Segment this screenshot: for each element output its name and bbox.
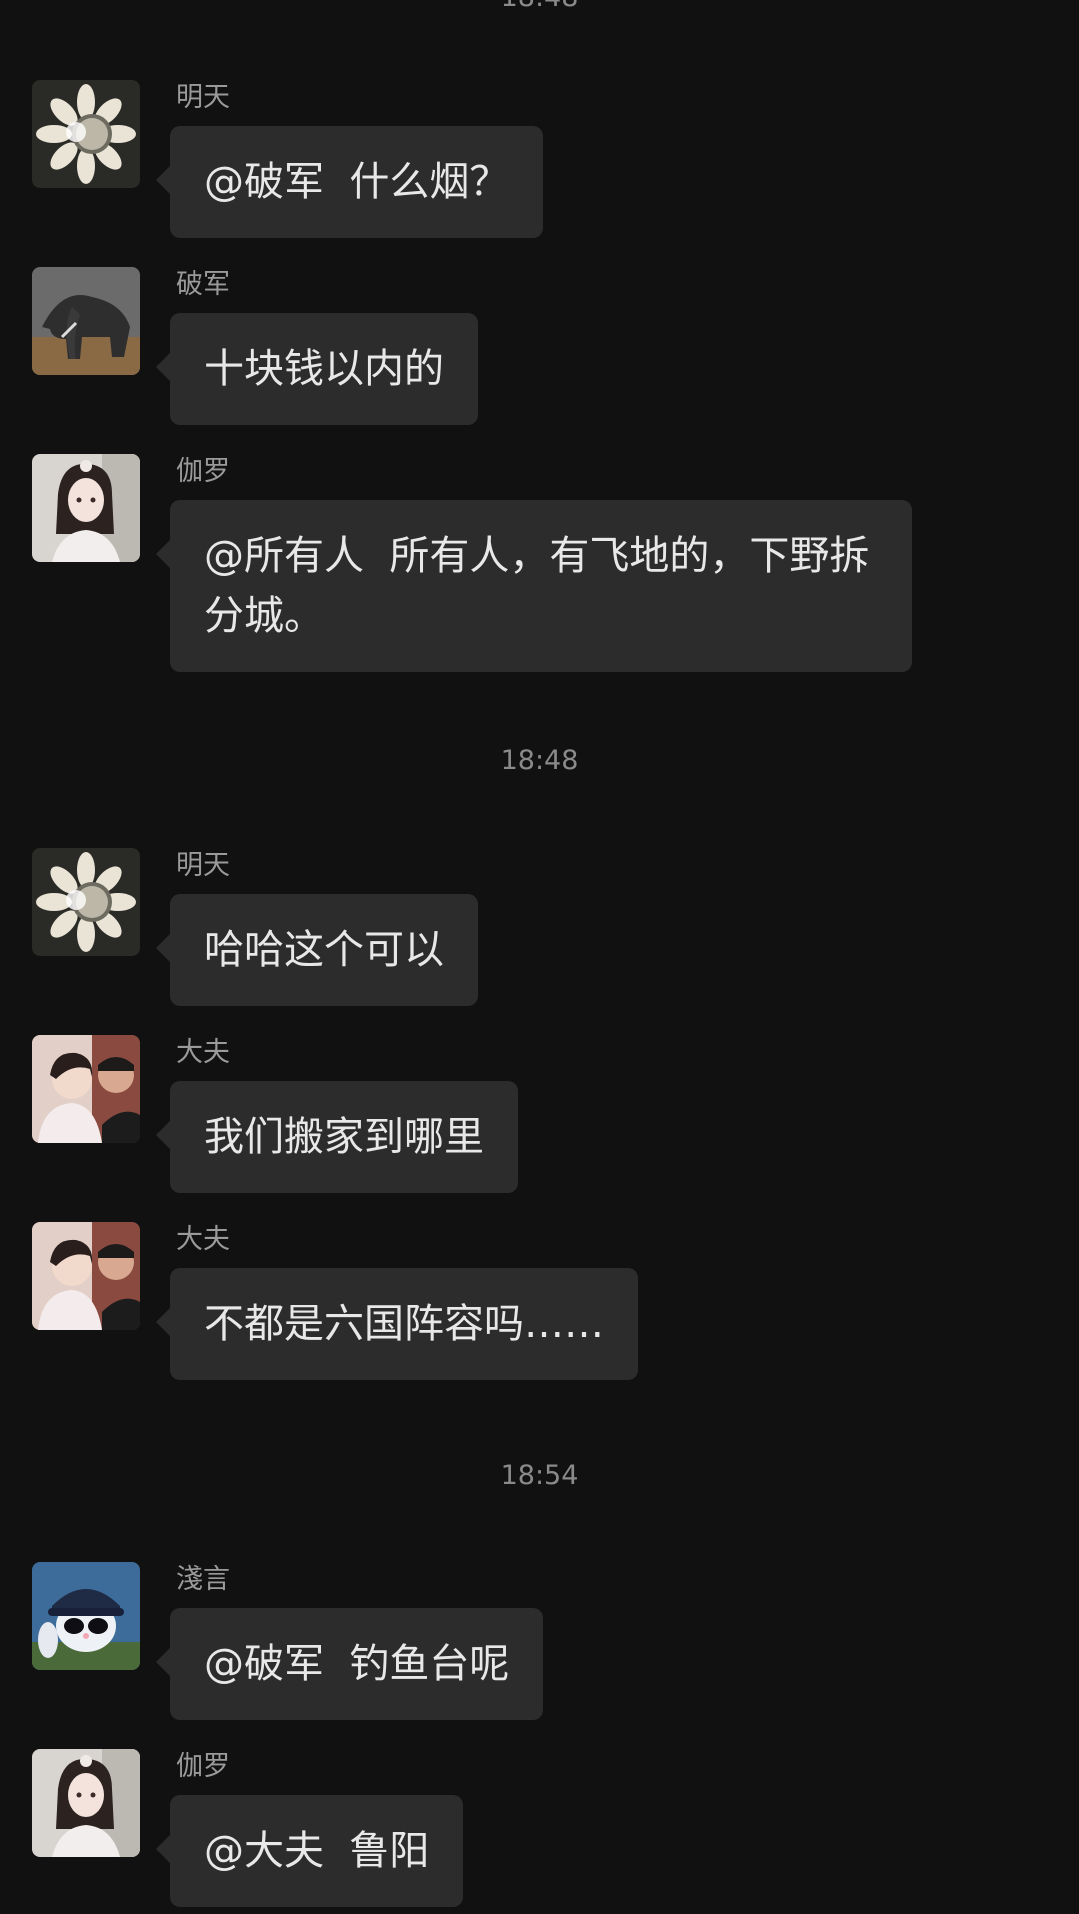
chat-message-list[interactable]: 18:48 明天 @破军 什么烟？ <box>0 0 1079 1914</box>
family-photo-avatar[interactable] <box>32 1222 140 1330</box>
message-bubble[interactable]: 我们搬家到哪里 <box>156 1081 518 1193</box>
message-bubble[interactable]: @所有人 所有人，有飞地的，下野拆分城。 <box>156 500 912 672</box>
family-photo-avatar[interactable] <box>32 1035 140 1143</box>
timestamp: 18:48 <box>0 0 1079 16</box>
cartoon-rabbit-avatar[interactable] <box>32 1562 140 1670</box>
sender-name: 明天 <box>176 850 230 881</box>
sender-name: 伽罗 <box>176 1751 230 1782</box>
sender-name: 明天 <box>176 82 230 113</box>
elephant-avatar[interactable] <box>32 267 140 375</box>
timestamp: 18:48 <box>500 745 579 776</box>
message-bubble[interactable]: 不都是六国阵容吗…… <box>156 1268 638 1380</box>
sender-name: 大夫 <box>176 1037 230 1068</box>
message-bubble[interactable]: @破军 什么烟？ <box>155 126 544 238</box>
timestamp: 18:54 <box>500 1460 579 1491</box>
sender-name: 破军 <box>176 269 230 300</box>
sunflower-avatar[interactable] <box>32 80 140 188</box>
sender-name: 淺言 <box>176 1564 230 1595</box>
message-bubble[interactable]: 哈哈这个可以 <box>156 894 478 1006</box>
sunflower-avatar[interactable] <box>32 848 140 956</box>
girl-portrait-avatar[interactable] <box>32 454 140 562</box>
sender-name: 伽罗 <box>176 456 230 487</box>
message-bubble[interactable]: @大夫 鲁阳 <box>155 1795 464 1907</box>
girl-portrait-avatar[interactable] <box>32 1749 140 1857</box>
sender-name: 大夫 <box>176 1224 230 1255</box>
message-bubble[interactable]: 十块钱以内的 <box>156 313 478 425</box>
message-bubble[interactable]: @破军 钓鱼台呢 <box>155 1608 544 1720</box>
